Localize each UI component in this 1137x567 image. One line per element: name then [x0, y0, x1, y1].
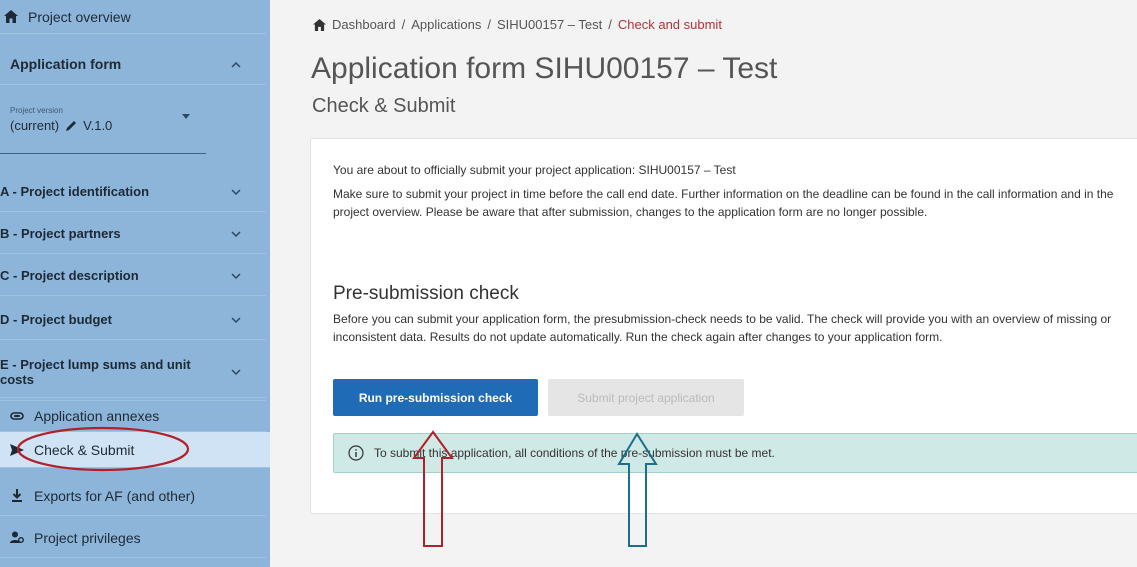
sidebar-item-application-annexes[interactable]: Application annexes [0, 400, 266, 432]
submission-intro-text: You are about to officially submit your … [333, 163, 736, 177]
sidebar-item-label: Check & Submit [34, 441, 135, 458]
breadcrumb: Dashboard / Applications / SIHU00157 – T… [313, 17, 722, 32]
sidebar-item-exports[interactable]: Exports for AF (and other) [0, 476, 266, 516]
sidebar-item-label: A - Project identification [0, 184, 150, 199]
chevron-down-icon [230, 314, 242, 329]
sidebar-item-application-form[interactable]: Application form [0, 43, 266, 85]
user-gear-icon [10, 531, 24, 545]
sidebar: Project overview Application form Projec… [0, 0, 270, 567]
sidebar-item-label: Application form [10, 55, 122, 72]
breadcrumb-separator: / [401, 17, 406, 32]
paperclip-icon [10, 409, 24, 423]
sidebar-item-label: D - Project budget [0, 312, 112, 327]
sidebar-item-project-overview[interactable]: Project overview [0, 0, 266, 34]
breadcrumb-application[interactable]: SIHU00157 – Test [497, 17, 602, 32]
breadcrumb-separator: / [487, 17, 491, 32]
sidebar-item-label: E - Project lump sums and unit costs [0, 356, 191, 387]
sidebar-item-project-privileges[interactable]: Project privileges [0, 518, 266, 558]
sidebar-item-section-d[interactable]: D - Project budget [0, 300, 266, 340]
sidebar-item-check-submit[interactable]: Check & Submit [0, 432, 270, 468]
sidebar-item-label: Project overview [28, 8, 131, 25]
sidebar-item-section-b[interactable]: B - Project partners [0, 214, 266, 254]
project-version-select[interactable]: Project version (current) V.1.0 [0, 92, 206, 154]
download-icon [10, 489, 24, 503]
sidebar-item-label: Application annexes [34, 408, 160, 424]
chevron-down-icon [230, 228, 242, 243]
project-version-current: (current) [10, 118, 60, 133]
precheck-description: Before you can submit your application f… [333, 312, 1112, 344]
chevron-down-icon [230, 366, 242, 381]
breadcrumb-dashboard[interactable]: Dashboard [332, 17, 396, 32]
chevron-up-icon [230, 58, 242, 74]
home-icon [4, 10, 18, 24]
breadcrumb-separator: / [608, 17, 612, 32]
precheck-alert-text: To submit this application, all conditio… [374, 446, 775, 460]
sidebar-item-section-a[interactable]: A - Project identification [0, 172, 266, 212]
send-icon [10, 443, 24, 457]
sidebar-item-section-c[interactable]: C - Project description [0, 256, 266, 296]
sidebar-item-label: B - Project partners [0, 226, 121, 241]
chevron-down-icon [230, 270, 242, 285]
run-precheck-button[interactable]: Run pre-submission check [333, 379, 538, 416]
sidebar-item-section-e[interactable]: E - Project lump sums and unit costs [0, 346, 266, 398]
submit-application-button[interactable]: Submit project application [548, 379, 744, 416]
submission-info-text: Make sure to submit your project in time… [333, 187, 1114, 219]
dropdown-caret-icon [182, 114, 190, 119]
page-title: Application form SIHU00157 – Test [311, 52, 778, 85]
info-icon [348, 445, 364, 461]
project-version-value: V.1.0 [83, 118, 113, 133]
precheck-alert: To submit this application, all conditio… [333, 433, 1137, 473]
project-version-label: Project version [10, 106, 63, 115]
precheck-heading: Pre-submission check [333, 283, 519, 304]
check-submit-card: You are about to officially submit your … [310, 138, 1137, 514]
page-subtitle: Check & Submit [312, 95, 456, 117]
pencil-icon [66, 120, 77, 131]
sidebar-item-label: Exports for AF (and other) [34, 487, 196, 504]
sidebar-item-label: C - Project description [0, 268, 139, 283]
breadcrumb-applications[interactable]: Applications [411, 17, 481, 32]
chevron-down-icon [230, 186, 242, 201]
sidebar-item-label: Project privileges [34, 529, 141, 546]
breadcrumb-current: Check and submit [617, 17, 722, 32]
home-icon[interactable] [313, 18, 326, 31]
